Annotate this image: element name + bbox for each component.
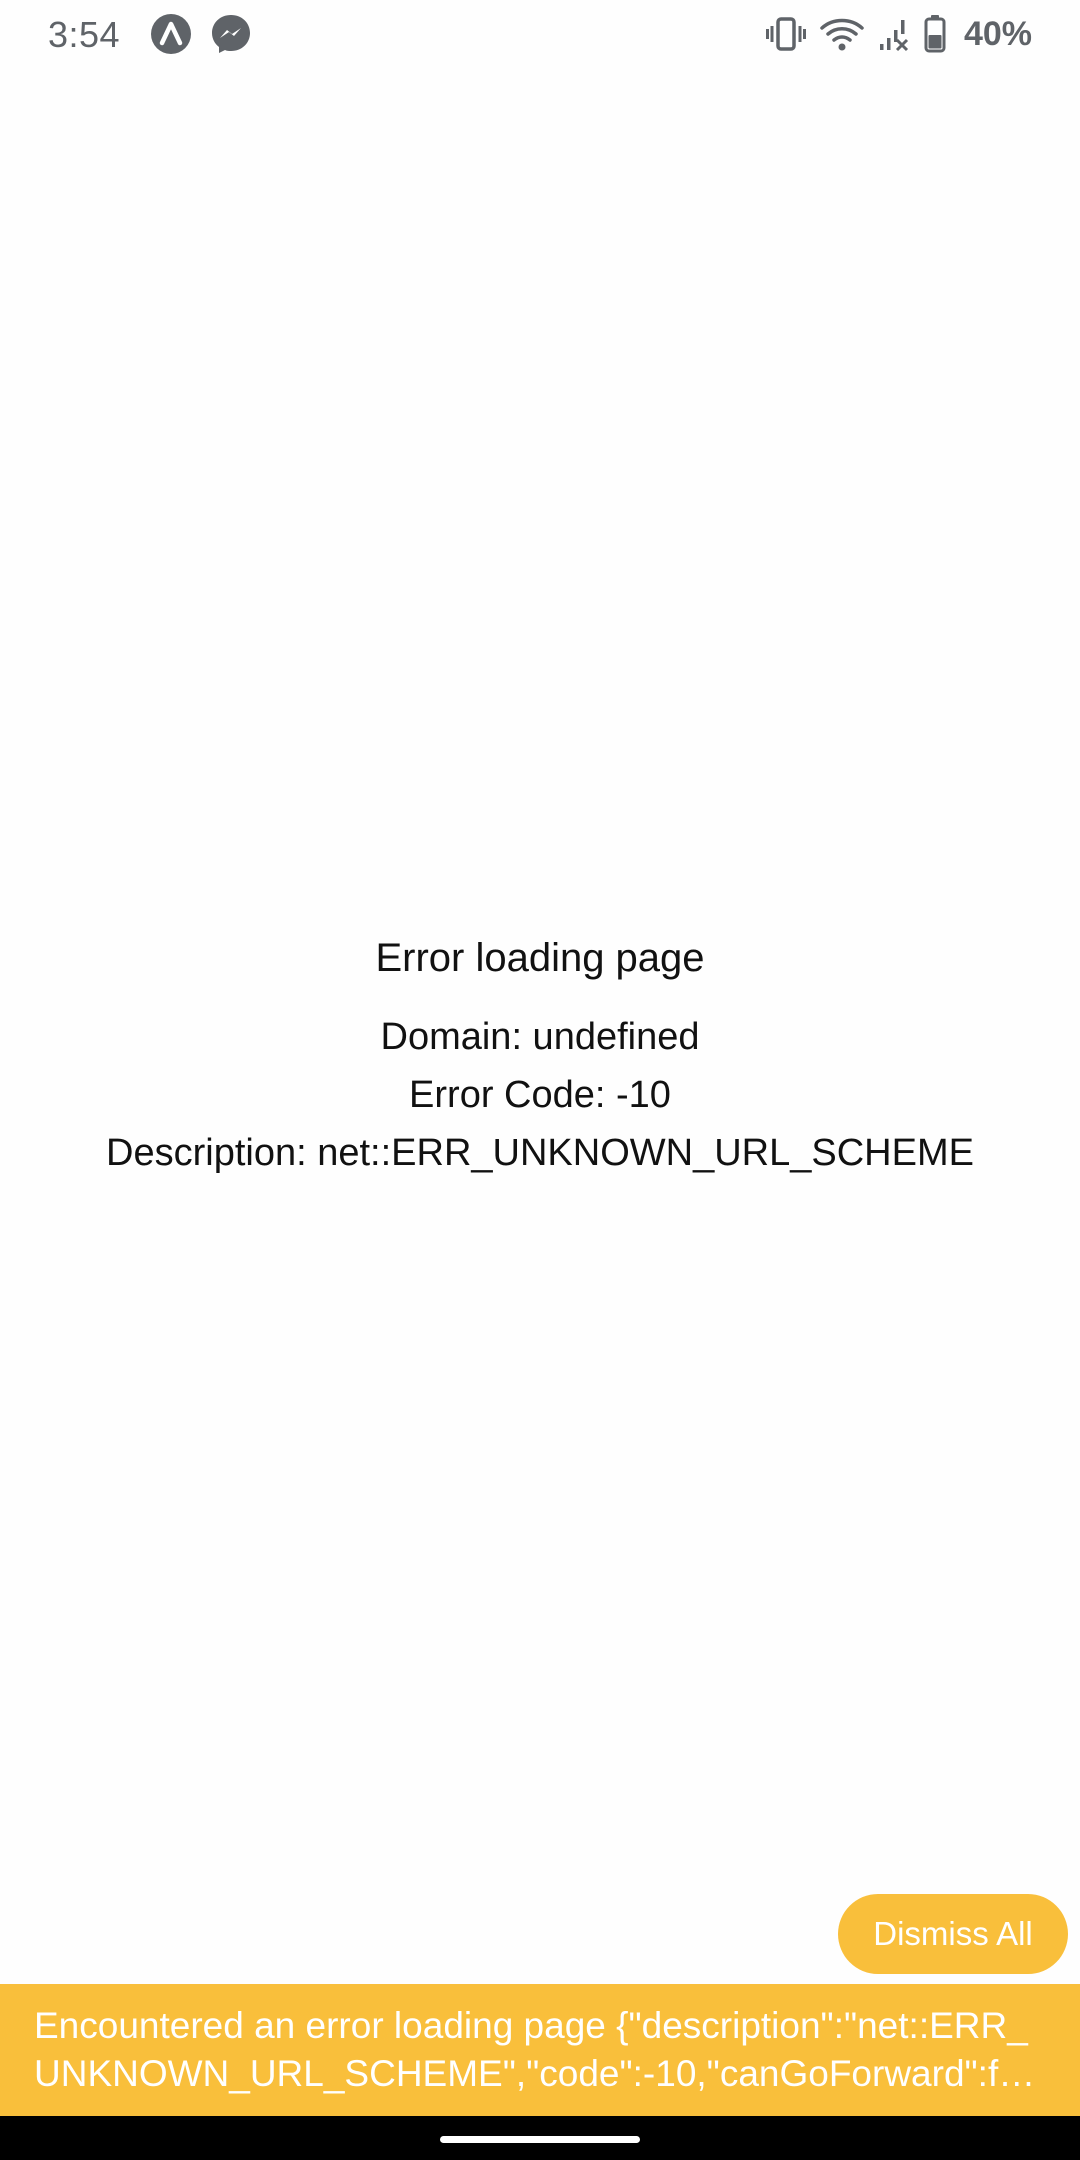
error-message-block: Error loading page Domain: undefined Err… [0, 928, 1080, 1182]
vibrate-icon [765, 16, 806, 52]
error-title: Error loading page [375, 936, 705, 980]
navigation-bar [0, 2116, 1080, 2160]
error-code: Error Code: -10 [409, 1074, 671, 1116]
home-gesture-handle[interactable] [440, 2136, 640, 2143]
status-time: 3:54 [48, 14, 121, 55]
wifi-icon [820, 16, 864, 52]
battery-icon [924, 15, 946, 53]
cell-signal-icon [878, 16, 910, 52]
error-toast-message: Encountered an error loading page {"desc… [34, 2005, 1036, 2094]
arc-app-icon [150, 13, 192, 55]
status-right-icons: 40% [765, 12, 1032, 56]
messenger-icon [210, 13, 252, 55]
status-bar: 3:54 40% [0, 0, 1080, 68]
dismiss-all-button[interactable]: Dismiss All [838, 1894, 1068, 1974]
error-toast[interactable]: Encountered an error loading page {"desc… [0, 1984, 1080, 2116]
error-description: Description: net::ERR_UNKNOWN_URL_SCHEME [106, 1132, 974, 1174]
battery-percent: 40% [963, 14, 1032, 53]
screen: 3:54 40% Error loading page Domain: unde… [0, 0, 1080, 2160]
error-domain: Domain: undefined [380, 1016, 700, 1058]
